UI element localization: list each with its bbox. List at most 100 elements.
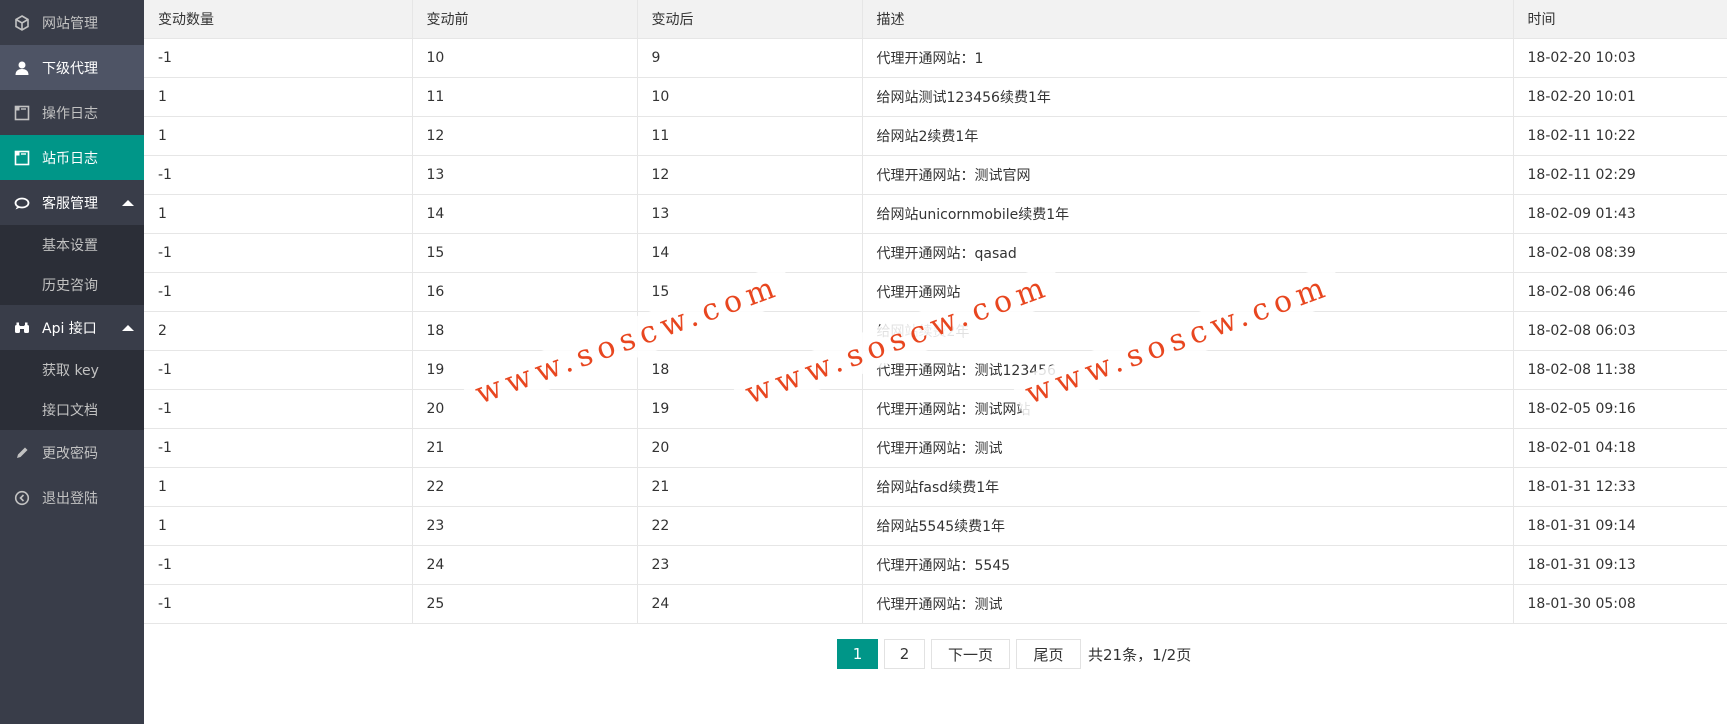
cell-after: 23 xyxy=(636,544,863,585)
cell-change-amount: 1 xyxy=(144,193,413,234)
chat-icon xyxy=(14,195,30,211)
sidebar-item-operation-log[interactable]: 操作日志 xyxy=(0,90,144,135)
binoculars-icon xyxy=(14,320,30,336)
page-2-button[interactable]: 2 xyxy=(884,639,925,669)
sidebar-item-label: 操作日志 xyxy=(42,105,98,122)
sidebar-item-label: Api 接口 xyxy=(42,320,97,337)
cell-before: 22 xyxy=(411,466,638,507)
cell-description: 给网站5545续费1年 xyxy=(861,505,1514,546)
cell-time: 18-02-20 10:03 xyxy=(1512,37,1727,78)
cell-description: 代理开通网站：测试官网 xyxy=(861,154,1514,195)
table-body: -1 10 9 代理开通网站：1 18-02-20 10:03 1 11 10 给网站测试123… xyxy=(144,37,1727,624)
cell-time: 18-01-31 12:33 xyxy=(1512,466,1727,507)
cell-change-amount: -1 xyxy=(144,271,413,312)
caret-up-icon xyxy=(122,324,134,331)
cell-description: 代理开通网站：测试 xyxy=(861,583,1514,624)
column-header-time: 时间 xyxy=(1512,0,1727,39)
cell-time: 18-01-31 09:14 xyxy=(1512,505,1727,546)
cell-time: 18-02-08 06:46 xyxy=(1512,271,1727,312)
cell-time: 18-02-01 04:18 xyxy=(1512,427,1727,468)
cell-description: 给网站fasd续费1年 xyxy=(861,466,1514,507)
cell-change-amount: -1 xyxy=(144,388,413,429)
cell-description: 给网站2续费1年 xyxy=(861,115,1514,156)
cell-time: 18-01-31 09:13 xyxy=(1512,544,1727,585)
last-page-button[interactable]: 尾页 xyxy=(1016,639,1081,669)
cell-change-amount: -1 xyxy=(144,232,413,273)
page-1-button[interactable]: 1 xyxy=(837,639,878,669)
sidebar: 网站管理 下级代理 操作日志 站币日志 客服管理 基本设置 历史咨询 Api 接… xyxy=(0,0,144,724)
sidebar-item-change-password[interactable]: 更改密码 xyxy=(0,430,144,475)
sidebar-item-logout[interactable]: 退出登陆 xyxy=(0,475,144,520)
table-row: -1 25 24 代理开通网站：测试 18-01-30 05:08 xyxy=(144,583,1727,624)
cell-after: 22 xyxy=(636,505,863,546)
customer-service-submenu: 基本设置 历史咨询 xyxy=(0,225,144,305)
table-row: 2 18 给网站续费2年 18-02-08 06:03 xyxy=(144,310,1727,351)
cell-after: 11 xyxy=(636,115,863,156)
cell-time: 18-02-20 10:01 xyxy=(1512,76,1727,117)
cell-before: 25 xyxy=(411,583,638,624)
column-header-change-amount: 变动数量 xyxy=(144,0,413,39)
sidebar-subitem-api-docs[interactable]: 接口文档 xyxy=(0,390,144,430)
api-submenu: 获取 key 接口文档 xyxy=(0,350,144,430)
cell-before: 15 xyxy=(411,232,638,273)
cell-change-amount: -1 xyxy=(144,427,413,468)
app-root: 网站管理 下级代理 操作日志 站币日志 客服管理 基本设置 历史咨询 Api 接… xyxy=(0,0,1727,724)
cell-change-amount: 1 xyxy=(144,505,413,546)
sidebar-item-label: 站币日志 xyxy=(42,150,98,167)
cell-before: 20 xyxy=(411,388,638,429)
cell-change-amount: 2 xyxy=(144,310,413,351)
cell-after: 15 xyxy=(636,271,863,312)
frame-icon xyxy=(14,150,30,166)
sidebar-group-api[interactable]: Api 接口 xyxy=(0,305,144,350)
cell-after: 14 xyxy=(636,232,863,273)
sidebar-item-sub-agent[interactable]: 下级代理 xyxy=(0,45,144,90)
cell-after: 24 xyxy=(636,583,863,624)
cell-after: 13 xyxy=(636,193,863,234)
cell-after: 20 xyxy=(636,427,863,468)
cell-change-amount: 1 xyxy=(144,466,413,507)
sidebar-subitem-history[interactable]: 历史咨询 xyxy=(0,265,144,305)
cell-after xyxy=(636,310,863,351)
cell-after: 12 xyxy=(636,154,863,195)
cell-before: 12 xyxy=(411,115,638,156)
next-page-button[interactable]: 下一页 xyxy=(931,639,1010,669)
cell-time: 18-02-09 01:43 xyxy=(1512,193,1727,234)
table-row: -1 24 23 代理开通网站：5545 18-01-31 09:13 xyxy=(144,544,1727,585)
cell-after: 21 xyxy=(636,466,863,507)
cell-description: 给网站unicornmobile续费1年 xyxy=(861,193,1514,234)
cell-before: 14 xyxy=(411,193,638,234)
sidebar-group-customer-service[interactable]: 客服管理 xyxy=(0,180,144,225)
column-header-after: 变动后 xyxy=(636,0,863,39)
sidebar-subitem-get-key[interactable]: 获取 key xyxy=(0,350,144,390)
cell-time: 18-02-08 06:03 xyxy=(1512,310,1727,351)
sidebar-item-site-management[interactable]: 网站管理 xyxy=(0,0,144,45)
cell-change-amount: -1 xyxy=(144,154,413,195)
sidebar-item-coin-log[interactable]: 站币日志 xyxy=(0,135,144,180)
cell-change-amount: -1 xyxy=(144,37,413,78)
cell-after: 10 xyxy=(636,76,863,117)
cell-after: 18 xyxy=(636,349,863,390)
cell-before: 10 xyxy=(411,37,638,78)
sidebar-subitem-basic-settings[interactable]: 基本设置 xyxy=(0,225,144,265)
cell-after: 19 xyxy=(636,388,863,429)
cell-time: 18-01-30 05:08 xyxy=(1512,583,1727,624)
cell-description: 代理开通网站 xyxy=(861,271,1514,312)
cell-time: 18-02-08 08:39 xyxy=(1512,232,1727,273)
table-row: -1 13 12 代理开通网站：测试官网 18-02-11 02:29 xyxy=(144,154,1727,195)
cell-before: 13 xyxy=(411,154,638,195)
user-icon xyxy=(14,60,30,76)
table-row: -1 21 20 代理开通网站：测试 18-02-01 04:18 xyxy=(144,427,1727,468)
table-row: 1 23 22 给网站5545续费1年 18-01-31 09:14 xyxy=(144,505,1727,546)
cell-description: 给网站续费2年 xyxy=(861,310,1514,351)
table-row: -1 15 14 代理开通网站：qasad 18-02-08 08:39 xyxy=(144,232,1727,273)
table-row: -1 16 15 代理开通网站 18-02-08 06:46 xyxy=(144,271,1727,312)
cell-description: 代理开通网站：qasad xyxy=(861,232,1514,273)
cell-before: 18 xyxy=(411,310,638,351)
column-header-description: 描述 xyxy=(861,0,1514,39)
table-row: 1 14 13 给网站unicornmobile续费1年 18-02-09 01:43 xyxy=(144,193,1727,234)
cell-description: 代理开通网站：1 xyxy=(861,37,1514,78)
cell-before: 11 xyxy=(411,76,638,117)
cell-after: 9 xyxy=(636,37,863,78)
table-row: -1 19 18 代理开通网站：测试123456 18-02-08 11:38 xyxy=(144,349,1727,390)
cell-time: 18-02-11 02:29 xyxy=(1512,154,1727,195)
